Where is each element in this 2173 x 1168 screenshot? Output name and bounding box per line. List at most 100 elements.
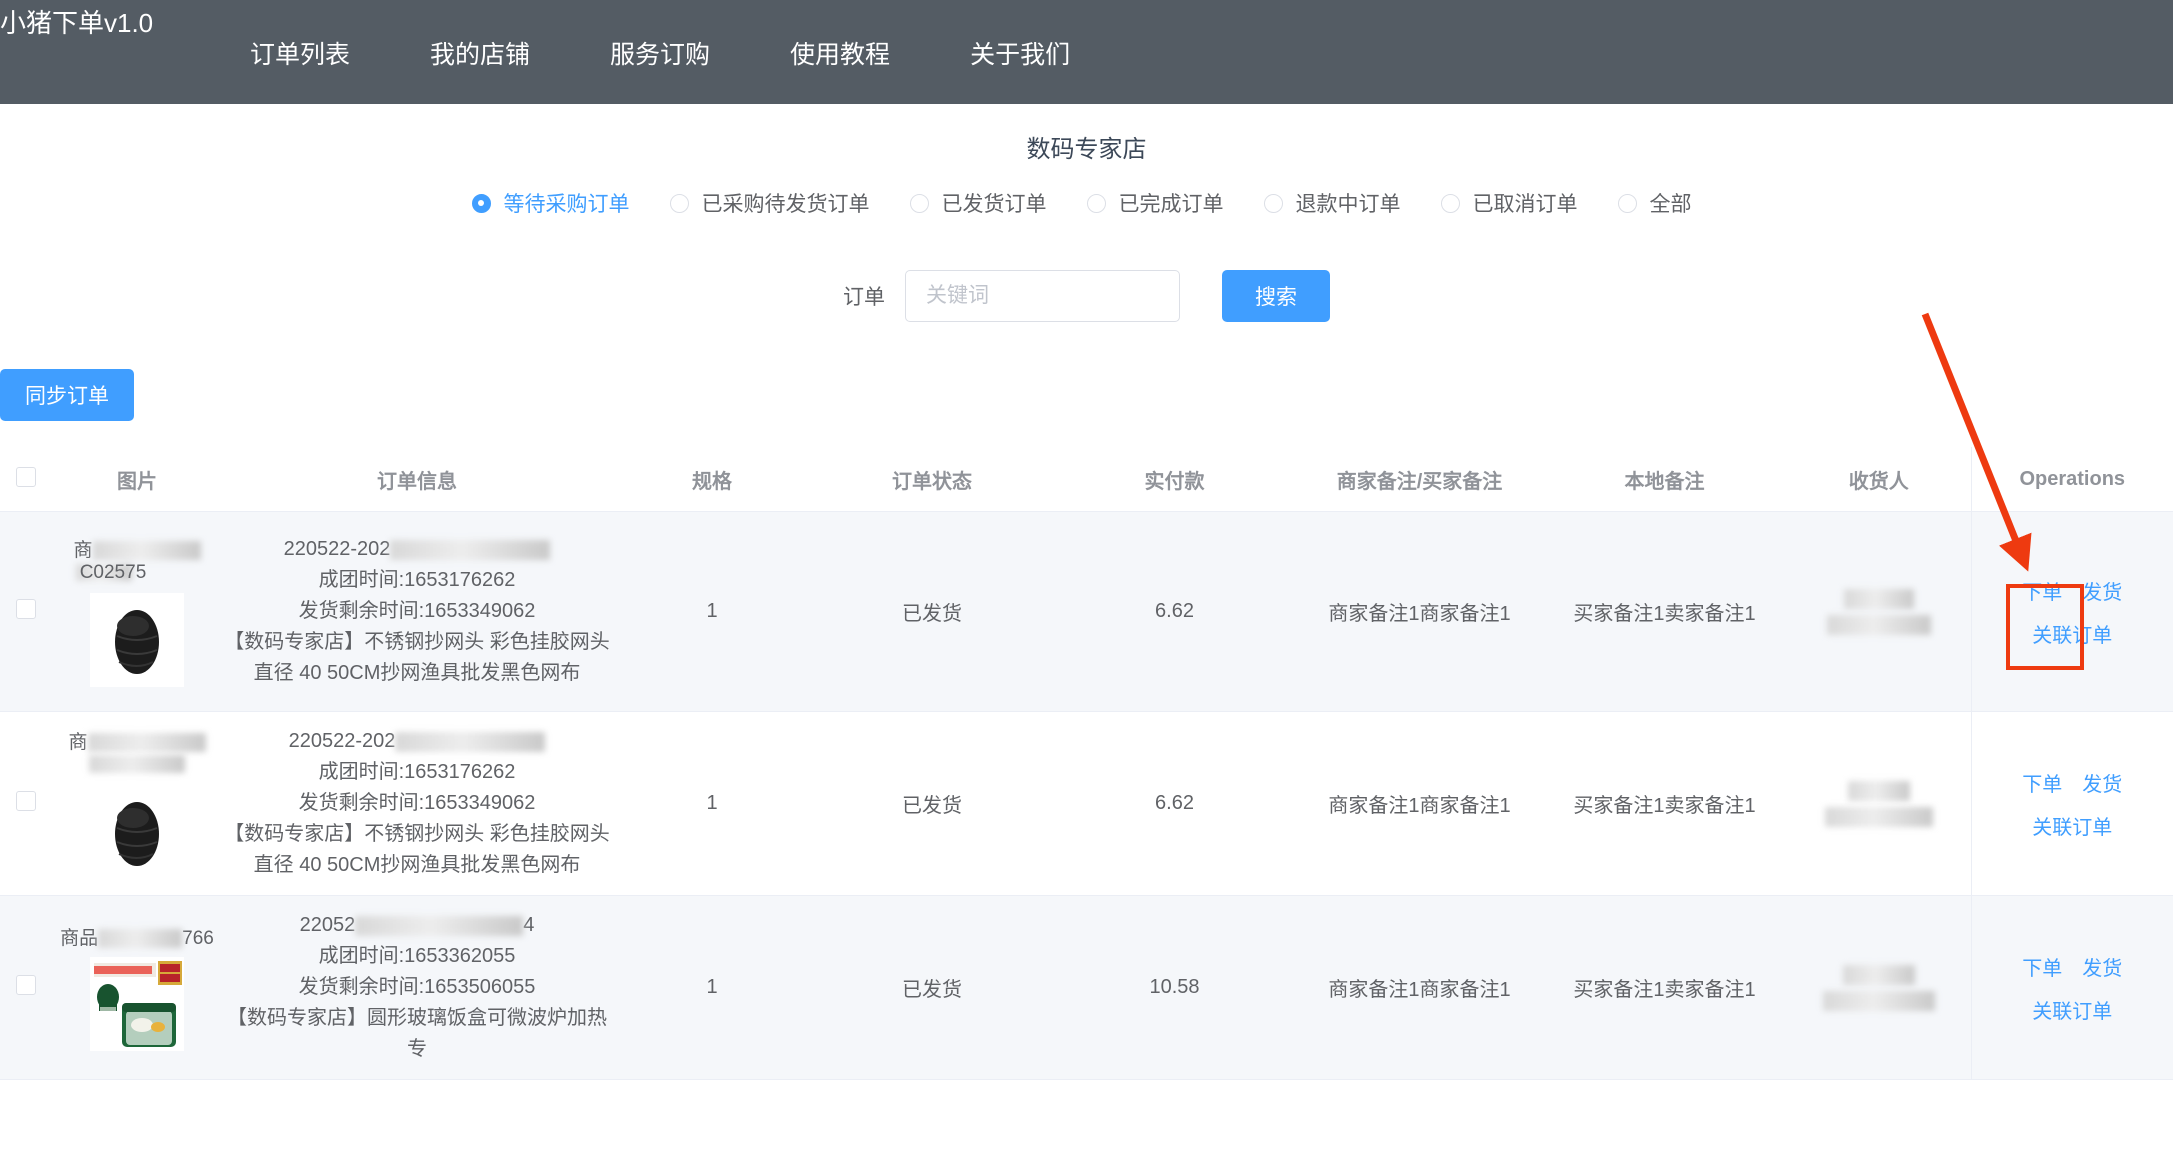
row-merchant-note-cell: 商家备注1商家备注1 — [1297, 711, 1542, 896]
nav-item-about-us[interactable]: 关于我们 — [930, 40, 1110, 70]
row-merchant-note-cell: 商家备注1商家备注1 — [1297, 511, 1542, 712]
nav-item-order-list[interactable]: 订单列表 — [210, 40, 390, 70]
filter-label: 已发货订单 — [941, 193, 1047, 216]
product-thumbnail — [90, 784, 184, 879]
ship-left-label: 发货剩余时间: — [298, 600, 425, 622]
order-number-line: 22052 4 — [222, 910, 612, 941]
status-filter-group: 等待采购订单 已采购待发货订单 已发货订单 已完成订单 退款中订单 已取消订单 … — [0, 166, 2173, 218]
product-sku: 商 — [68, 731, 206, 779]
filter-radio-refunding[interactable]: 退款中订单 — [1263, 188, 1401, 218]
th-image: 图片 — [52, 447, 222, 512]
th-operations: Operations — [1970, 447, 2173, 512]
row-status-cell: 已发货 — [812, 895, 1052, 1080]
ship-left-line: 发货剩余时间:1653349062 — [222, 596, 612, 627]
product-sku: 商品 766 — [60, 927, 214, 951]
filter-radio-all[interactable]: 全部 — [1617, 188, 1692, 218]
row-order-info-cell: 22052 4 成团时间:1653362055 发货剩余时间:1653506055… — [222, 895, 612, 1080]
table-row: 商 C02575 220522-202 成团时间:1653176262 发货剩余… — [0, 511, 2173, 712]
row-order-info-cell: 220522-202 成团时间:1653176262 发货剩余时间:165334… — [222, 711, 612, 896]
nav-item-service-subscribe[interactable]: 服务订购 — [570, 40, 750, 70]
row-paid-cell: 6.62 — [1052, 511, 1297, 712]
row-order-info-cell: 220522-202 成团时间:1653176262 发货剩余时间:165334… — [222, 511, 612, 712]
radio-dot-icon — [1263, 193, 1283, 213]
row-receiver-cell — [1787, 895, 1971, 1080]
link-order-link[interactable]: 关联订单 — [2032, 1001, 2112, 1023]
sync-orders-button[interactable]: 同步订单 — [0, 369, 134, 421]
row-spec-cell: 1 — [612, 895, 812, 1080]
product-title-line1: 【数码专家店】不锈钢抄网头 彩色挂胶网头 — [224, 823, 610, 845]
ship-left-line: 发货剩余时间:1653506055 — [222, 972, 612, 1003]
row-checkbox[interactable] — [16, 790, 36, 811]
row-paid-cell: 10.58 — [1052, 895, 1297, 1080]
table-row: 商 220522-202 成团时间:1653176262 发货剩余时间:1653… — [0, 711, 2173, 896]
th-merchant-buyer-note: 商家备注/买家备注 — [1297, 447, 1542, 512]
order-number: 220522-202 — [288, 730, 396, 752]
orders-table: 图片 订单信息 规格 订单状态 实付款 商家备注/买家备注 本地备注 收货人 O… — [0, 447, 2173, 1080]
group-time-label: 成团时间: — [318, 569, 405, 591]
row-checkbox[interactable] — [16, 974, 36, 995]
filter-radio-purchased-pending-ship[interactable]: 已采购待发货订单 — [669, 188, 870, 218]
filter-radio-shipped[interactable]: 已发货订单 — [909, 188, 1047, 218]
nav-item-my-shop[interactable]: 我的店铺 — [390, 40, 570, 70]
filter-radio-completed[interactable]: 已完成订单 — [1086, 188, 1224, 218]
product-title-line1: 【数码专家店】不锈钢抄网头 彩色挂胶网头 — [224, 631, 610, 653]
row-spec-cell: 1 — [612, 511, 812, 712]
row-select-cell — [0, 895, 52, 1080]
orders-table-wrapper: 图片 订单信息 规格 订单状态 实付款 商家备注/买家备注 本地备注 收货人 O… — [0, 447, 2173, 1080]
top-navbar: 小猪下单v1.0 订单列表 我的店铺 服务订购 使用教程 关于我们 — [0, 0, 2173, 104]
sku-prefix: 商 — [68, 731, 88, 753]
ship-left-label: 发货剩余时间: — [298, 976, 425, 998]
order-number: 220522-202 — [283, 538, 391, 560]
place-order-link[interactable]: 下单 — [2022, 768, 2062, 797]
nav-item-tutorial[interactable]: 使用教程 — [750, 40, 930, 70]
main-content: 数码专家店 等待采购订单 已采购待发货订单 已发货订单 已完成订单 退款中订单 … — [0, 104, 2173, 1080]
row-checkbox[interactable] — [16, 598, 36, 619]
radio-dot-icon — [471, 193, 491, 213]
table-header-row: 图片 订单信息 规格 订单状态 实付款 商家备注/买家备注 本地备注 收货人 O… — [0, 447, 2173, 512]
sync-toolbar: 同步订单 — [0, 369, 2173, 421]
annotation-highlight-box — [2006, 584, 2084, 670]
place-order-link[interactable]: 下单 — [2022, 952, 2062, 981]
row-select-cell — [0, 711, 52, 896]
search-button[interactable]: 搜索 — [1222, 270, 1330, 322]
group-time-value: 1653176262 — [404, 761, 516, 783]
th-order-info: 订单信息 — [222, 447, 612, 512]
filter-label: 退款中订单 — [1295, 193, 1401, 216]
ship-link[interactable]: 发货 — [2082, 768, 2122, 797]
order-number: 22052 — [299, 914, 356, 936]
group-time-value: 1653362055 — [404, 945, 516, 967]
radio-dot-icon — [1617, 193, 1637, 213]
th-order-status: 订单状态 — [812, 447, 1052, 512]
filter-radio-cancelled[interactable]: 已取消订单 — [1440, 188, 1578, 218]
link-order-link[interactable]: 关联订单 — [2032, 817, 2112, 839]
filter-label: 已采购待发货订单 — [701, 193, 870, 216]
search-label: 订单 — [843, 286, 885, 309]
ship-left-value: 1653506055 — [424, 976, 536, 998]
select-all-checkbox[interactable] — [16, 466, 36, 487]
row-merchant-note-cell: 商家备注1商家备注1 — [1297, 895, 1542, 1080]
th-select-all — [0, 447, 52, 512]
row-local-note-cell: 买家备注1卖家备注1 — [1542, 895, 1787, 1080]
product-thumbnail — [90, 956, 184, 1051]
radio-dot-icon — [1440, 193, 1460, 213]
ship-left-value: 1653349062 — [424, 600, 536, 622]
row-receiver-cell — [1787, 711, 1971, 896]
row-status-cell: 已发货 — [812, 511, 1052, 712]
search-input[interactable] — [905, 270, 1180, 322]
row-paid-cell: 6.62 — [1052, 711, 1297, 896]
sku-suffix: 766 — [182, 927, 214, 949]
fishing-net-head-image — [93, 595, 181, 684]
filter-radio-waiting-purchase[interactable]: 等待采购订单 — [471, 188, 630, 218]
row-image-cell: 商 — [52, 711, 222, 896]
row-status-cell: 已发货 — [812, 711, 1052, 896]
group-time-line: 成团时间:1653176262 — [222, 757, 612, 788]
ship-left-value: 1653349062 — [424, 792, 536, 814]
ship-link[interactable]: 发货 — [2082, 576, 2122, 605]
sku-suffix: C02575 — [79, 561, 147, 583]
table-row: 商品 766 22052 4 成团时间:1653362055 发货剩余时间:16… — [0, 895, 2173, 1080]
shop-title: 数码专家店 — [1026, 136, 1147, 163]
th-paid-amount: 实付款 — [1052, 447, 1297, 512]
filter-label: 等待采购订单 — [503, 193, 630, 216]
order-number-line: 220522-202 — [222, 534, 612, 565]
ship-link[interactable]: 发货 — [2082, 952, 2122, 981]
